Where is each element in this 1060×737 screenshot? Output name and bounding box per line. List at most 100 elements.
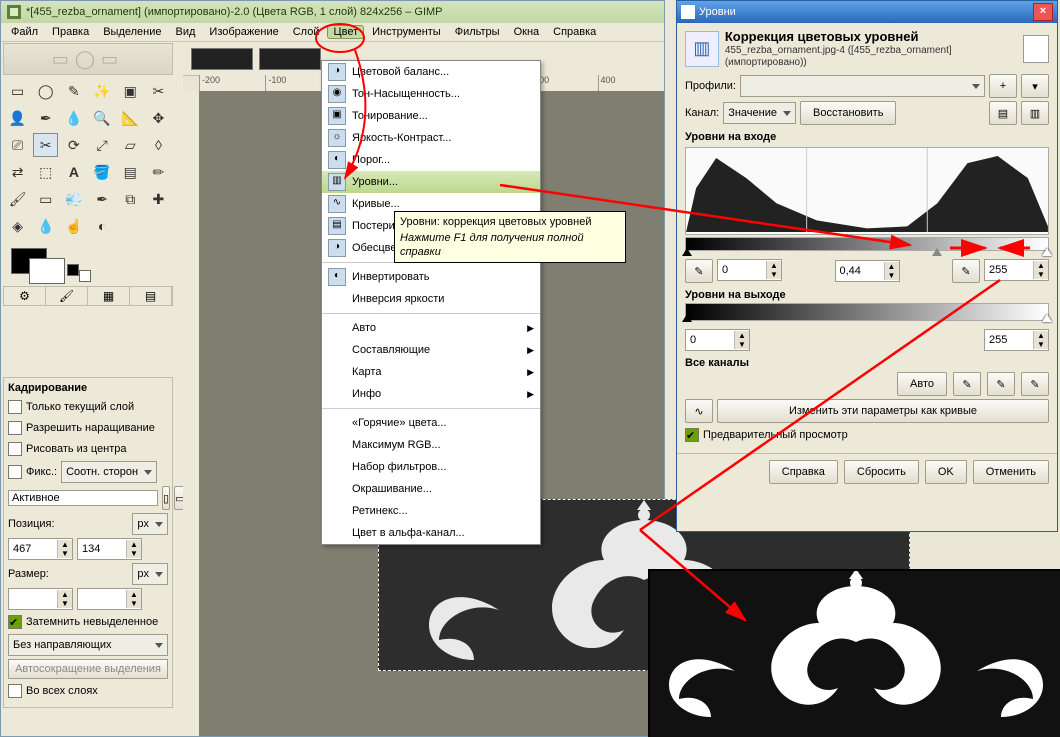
- mi-auto[interactable]: Авто▶: [322, 317, 540, 339]
- in-high[interactable]: [985, 261, 1033, 279]
- histogram-log-icon[interactable]: ▥: [1021, 101, 1049, 125]
- mini-fg[interactable]: [67, 264, 79, 276]
- histogram-linear-icon[interactable]: ▤: [989, 101, 1017, 125]
- tool-eraser[interactable]: ▭: [33, 187, 58, 211]
- mi-maxrgb[interactable]: Максимум RGB...: [322, 434, 540, 456]
- pos-y[interactable]: [78, 540, 126, 558]
- histogram[interactable]: [685, 147, 1049, 235]
- mi-threshold[interactable]: ◐Порог...: [322, 149, 540, 171]
- combo-channel[interactable]: Значение: [723, 102, 796, 124]
- menu-image[interactable]: Изображение: [203, 25, 284, 39]
- tool-shear[interactable]: ▱: [118, 133, 143, 157]
- tool-scissors[interactable]: ✂: [146, 79, 171, 103]
- pick-gray-all-icon[interactable]: ✎: [987, 372, 1015, 396]
- btn-help[interactable]: Справка: [769, 460, 838, 484]
- menu-view[interactable]: Вид: [170, 25, 202, 39]
- mi-colorify[interactable]: Окрашивание...: [322, 478, 540, 500]
- bg-color[interactable]: [29, 258, 65, 284]
- tab-tool-options[interactable]: ⚙: [4, 287, 46, 305]
- mi-levels[interactable]: ▥Уровни...: [322, 171, 540, 193]
- tool-rect-select[interactable]: ▭: [5, 79, 30, 103]
- color-swatches[interactable]: [3, 246, 173, 282]
- btn-reset[interactable]: Сбросить: [844, 460, 919, 484]
- combo-presets[interactable]: [740, 75, 985, 97]
- preset-menu-icon[interactable]: ▾: [1021, 74, 1049, 98]
- tool-align[interactable]: ⎚: [5, 133, 30, 157]
- mi-hue-sat[interactable]: ◉Тон-Насыщенность...: [322, 83, 540, 105]
- dock-tabs[interactable]: ⚙ 🖌 ▦ ▤: [3, 286, 173, 306]
- pick-white-all-icon[interactable]: ✎: [1021, 372, 1049, 396]
- menu-file[interactable]: Файл: [5, 25, 44, 39]
- tool-free-select[interactable]: ✎: [61, 79, 86, 103]
- tool-color-picker[interactable]: 💧: [61, 106, 86, 130]
- mi-color-balance[interactable]: ◑Цветовой баланс...: [322, 61, 540, 83]
- cb-darken[interactable]: ✔: [8, 615, 22, 629]
- output-gradient[interactable]: [685, 303, 1049, 321]
- menubar[interactable]: Файл Правка Выделение Вид Изображение Сл…: [1, 23, 664, 42]
- tool-cage[interactable]: ⬚: [33, 160, 58, 184]
- mi-value-invert[interactable]: Инверсия яркости: [322, 288, 540, 310]
- mi-retinex[interactable]: Ретинекс...: [322, 500, 540, 522]
- btn-reset-channel[interactable]: Восстановить: [800, 101, 896, 125]
- tool-blend[interactable]: ▤: [118, 160, 143, 184]
- tool-scale[interactable]: ⤢: [89, 133, 114, 157]
- tool-ellipse-select[interactable]: ◯: [33, 79, 58, 103]
- tool-pencil[interactable]: ✏: [146, 160, 171, 184]
- pick-black-all-icon[interactable]: ✎: [953, 372, 981, 396]
- btn-auto[interactable]: Авто: [897, 372, 947, 396]
- in-gamma[interactable]: [836, 262, 884, 280]
- out-slider-white[interactable]: [1042, 314, 1052, 322]
- tool-text[interactable]: A: [61, 160, 86, 184]
- image-tab-2[interactable]: [259, 48, 321, 70]
- in-low[interactable]: [718, 261, 766, 279]
- combo-guides[interactable]: Без направляющих: [8, 634, 168, 656]
- tool-by-color[interactable]: ▣: [118, 79, 143, 103]
- menu-windows[interactable]: Окна: [508, 25, 546, 39]
- btn-edit-curves[interactable]: Изменить эти параметры как кривые: [717, 399, 1049, 423]
- menu-filters[interactable]: Фильтры: [449, 25, 506, 39]
- mini-bg[interactable]: [79, 270, 91, 282]
- mi-to-alpha[interactable]: Цвет в альфа-канал...: [322, 522, 540, 544]
- tool-smudge[interactable]: ☝: [61, 214, 86, 238]
- menu-layer[interactable]: Слой: [287, 25, 326, 39]
- out-low[interactable]: [686, 331, 734, 349]
- cb-all-layers[interactable]: [8, 684, 22, 698]
- tool-measure[interactable]: 📐: [118, 106, 143, 130]
- pos-x[interactable]: [9, 540, 57, 558]
- menu-help[interactable]: Справка: [547, 25, 602, 39]
- btn-cancel[interactable]: Отменить: [973, 460, 1049, 484]
- mi-brightness[interactable]: ☼Яркость-Контраст...: [322, 127, 540, 149]
- mi-info[interactable]: Инфо▶: [322, 383, 540, 405]
- preset-add-icon[interactable]: +: [989, 74, 1017, 98]
- out-high[interactable]: [985, 331, 1033, 349]
- tool-move[interactable]: ✥: [146, 106, 171, 130]
- mi-map[interactable]: Карта▶: [322, 361, 540, 383]
- combo-fixed[interactable]: Соотн. сторон: [61, 461, 157, 483]
- out-slider-black[interactable]: [682, 314, 692, 322]
- tool-dodge[interactable]: ◐: [89, 214, 114, 238]
- tool-perspective-clone[interactable]: ◈: [5, 214, 30, 238]
- orientation-portrait-icon[interactable]: ▯: [162, 486, 170, 510]
- slider-gamma[interactable]: [932, 248, 942, 256]
- dlg-titlebar[interactable]: Уровни ×: [677, 1, 1057, 23]
- tab-brushes[interactable]: 🖌: [46, 287, 88, 305]
- input-gradient[interactable]: [685, 237, 1049, 251]
- tool-blur[interactable]: 💧: [33, 214, 58, 238]
- tab-patterns[interactable]: ▦: [88, 287, 130, 305]
- input-active[interactable]: [8, 490, 158, 506]
- tool-heal[interactable]: ✚: [146, 187, 171, 211]
- picker-white-icon[interactable]: ✎: [952, 259, 980, 283]
- slider-white[interactable]: [1042, 248, 1052, 256]
- tool-bucket[interactable]: 🪣: [89, 160, 114, 184]
- tool-clone[interactable]: ⧉: [118, 187, 143, 211]
- menu-color[interactable]: Цвет: [327, 25, 364, 39]
- tab-gradients[interactable]: ▤: [130, 287, 172, 305]
- tool-brush[interactable]: 🖌: [5, 187, 30, 211]
- menu-select[interactable]: Выделение: [97, 25, 167, 39]
- tool-fuzzy-select[interactable]: ✨: [89, 79, 114, 103]
- cb-from-center[interactable]: [8, 442, 22, 456]
- mi-colorize[interactable]: ▣Тонирование...: [322, 105, 540, 127]
- mi-invert[interactable]: ◐Инвертировать: [322, 266, 540, 288]
- tool-paths[interactable]: ✒: [33, 106, 58, 130]
- tool-crop[interactable]: ✂: [33, 133, 58, 157]
